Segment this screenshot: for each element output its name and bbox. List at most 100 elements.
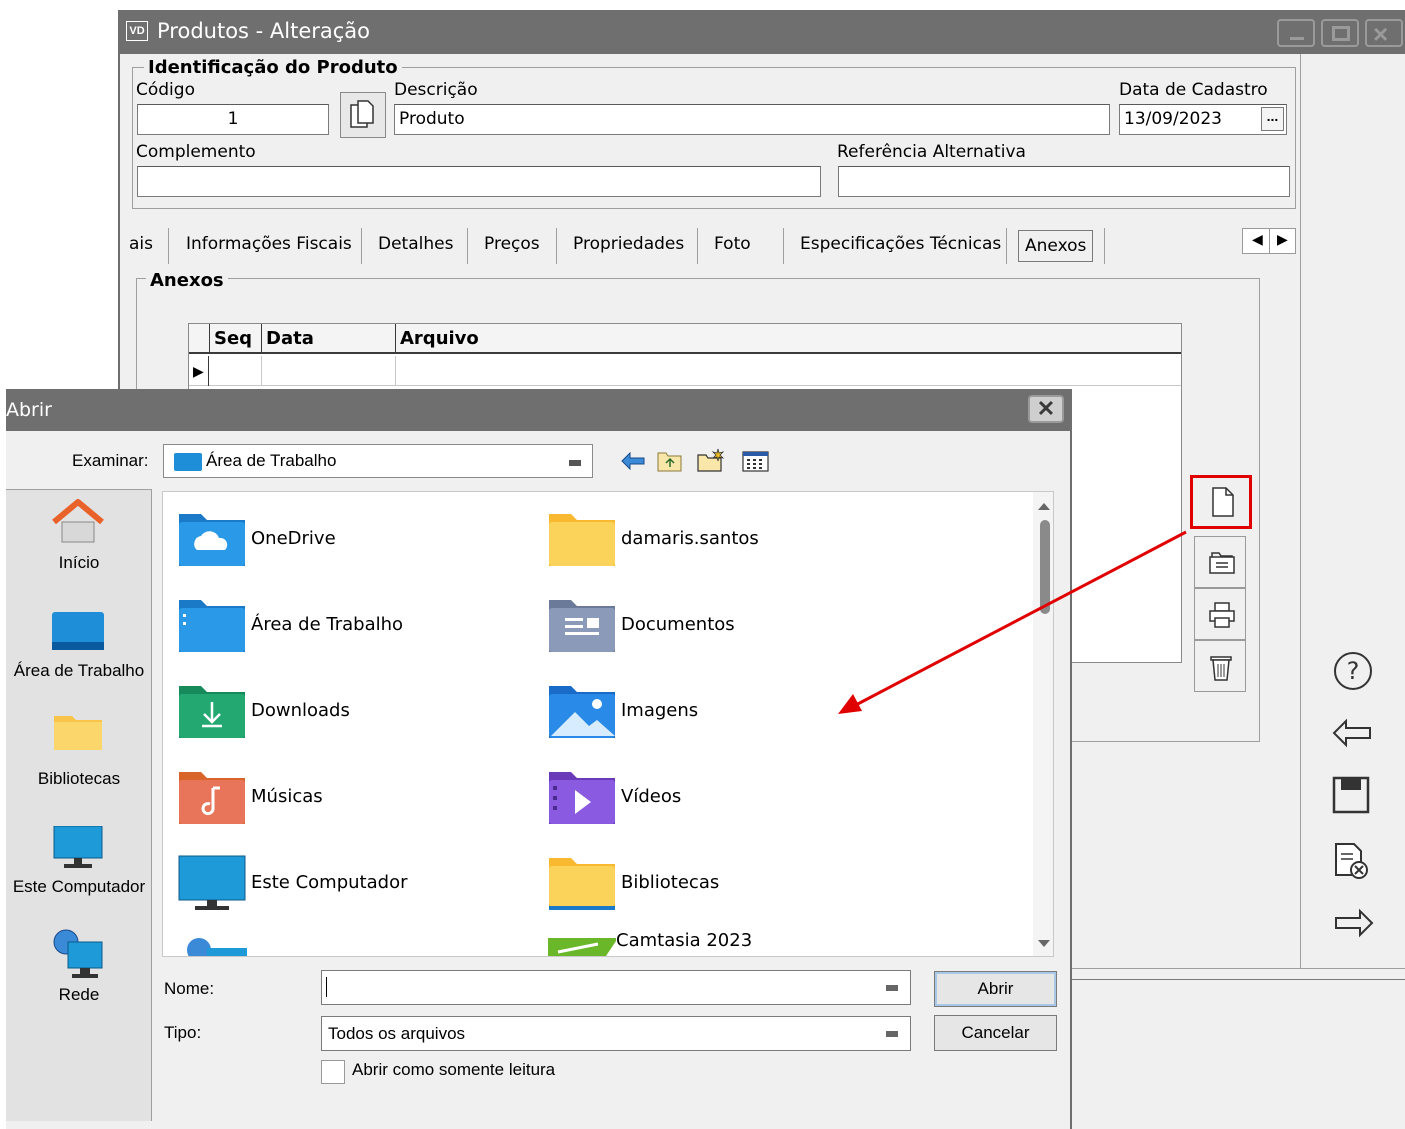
tab-scroll-arrows[interactable]: ◀ ▶	[1242, 228, 1296, 254]
scroll-down-icon[interactable]	[1033, 936, 1054, 952]
open-button[interactable]: Abrir	[934, 971, 1057, 1007]
up-folder-icon[interactable]	[656, 449, 684, 473]
place-este-computador[interactable]: Este Computador	[6, 876, 152, 897]
tab-precos[interactable]: Preços	[484, 222, 540, 266]
file-item-musicas[interactable]: Músicas	[163, 764, 513, 834]
close-button[interactable]: ×	[1365, 19, 1403, 49]
file-item-damaris-santos[interactable]: damaris.santos	[533, 506, 883, 576]
file-list[interactable]: OneDrive Área de Trabalho Downloads Músi…	[162, 491, 1054, 957]
maximize-button[interactable]	[1321, 19, 1359, 47]
tab-informacoes-fiscais[interactable]: Informações Fiscais	[186, 222, 352, 266]
file-item-camtasia-2023[interactable]: Camtasia 2023	[528, 928, 878, 956]
place-rede[interactable]: Rede	[6, 984, 152, 1005]
places-bar: Início Área de Trabalho Bibliotecas Este…	[6, 489, 152, 1121]
complemento-field[interactable]	[137, 166, 821, 197]
maximize-icon	[1332, 26, 1350, 41]
complemento-label: Complemento	[136, 142, 256, 162]
save-icon[interactable]	[1332, 776, 1372, 816]
music-folder-icon	[179, 772, 245, 824]
tab-propriedades[interactable]: Propriedades	[573, 222, 684, 266]
file-item-onedrive[interactable]: OneDrive	[163, 506, 513, 576]
file-list-scrollbar[interactable]	[1033, 492, 1054, 956]
file-name: damaris.santos	[621, 528, 759, 549]
tipo-label: Tipo:	[164, 1023, 202, 1042]
help-icon[interactable]: ?	[1332, 650, 1374, 692]
window-title: Produtos - Alteração	[157, 19, 371, 43]
anexos-legend: Anexos	[146, 270, 228, 291]
filename-input[interactable]	[321, 970, 911, 1005]
computer-icon[interactable]	[52, 826, 106, 872]
scroll-thumb[interactable]	[1040, 520, 1050, 614]
tab-arrow-divider	[1269, 229, 1270, 253]
cancel-document-icon[interactable]	[1332, 842, 1372, 882]
copy-button[interactable]	[340, 92, 386, 138]
date-picker-button[interactable]: ...	[1261, 107, 1284, 131]
place-bibliotecas[interactable]: Bibliotecas	[6, 768, 152, 789]
app-logo: VD	[126, 21, 148, 41]
filetype-select[interactable]: Todos os arquivos	[321, 1016, 911, 1051]
scroll-up-icon[interactable]	[1033, 498, 1054, 514]
file-name: Este Computador	[251, 872, 408, 893]
open-attachment-button[interactable]	[1194, 536, 1246, 588]
file-item-area-de-trabalho[interactable]: Área de Trabalho	[163, 592, 513, 662]
tab-detalhes[interactable]: Detalhes	[378, 222, 453, 266]
readonly-checkbox[interactable]	[321, 1060, 345, 1084]
home-icon[interactable]	[50, 498, 106, 546]
dialog-close-button[interactable]: ✕	[1028, 395, 1064, 423]
ref-alt-field[interactable]	[838, 166, 1290, 197]
grid-col-seq[interactable]: Seq	[209, 324, 261, 354]
ref-alt-label: Referência Alternativa	[837, 142, 1026, 162]
minimize-button[interactable]	[1277, 19, 1315, 47]
desktop-icon[interactable]	[52, 612, 106, 654]
file-name: Músicas	[251, 786, 323, 807]
file-name: OneDrive	[251, 528, 336, 549]
tab-anexos[interactable]: Anexos	[1018, 230, 1094, 262]
codigo-label: Código	[136, 80, 195, 100]
file-item-downloads[interactable]: Downloads	[163, 678, 513, 748]
back-arrow-icon[interactable]	[1332, 718, 1374, 748]
tab-foto[interactable]: Foto	[714, 222, 751, 266]
network-icon[interactable]	[50, 928, 106, 980]
place-area-de-trabalho[interactable]: Área de Trabalho	[6, 660, 152, 681]
computer-icon	[178, 855, 246, 910]
file-item-videos[interactable]: Vídeos	[533, 764, 883, 834]
tab-left-icon[interactable]: ◀	[1252, 231, 1263, 248]
codigo-field[interactable]: 1	[137, 104, 329, 135]
tab-separator	[1006, 228, 1007, 264]
grid-col-data[interactable]: Data	[261, 324, 395, 354]
grid-cell-divider	[261, 356, 262, 386]
descricao-field[interactable]: Produto	[394, 104, 1110, 135]
file-item-bibliotecas[interactable]: Bibliotecas	[533, 850, 883, 920]
libraries-folder-icon[interactable]	[54, 712, 104, 752]
cancel-button[interactable]: Cancelar	[934, 1015, 1057, 1051]
tab-gerais[interactable]: ais	[129, 222, 153, 266]
file-item-este-computador[interactable]: Este Computador	[163, 850, 513, 920]
file-item-imagens[interactable]: Imagens	[533, 678, 883, 748]
grid-col-arquivo[interactable]: Arquivo	[395, 324, 1181, 354]
forward-arrow-icon[interactable]	[1332, 908, 1374, 938]
tab-especificacoes-tecnicas[interactable]: Especificações Técnicas	[800, 222, 1001, 266]
new-folder-icon[interactable]	[696, 447, 726, 473]
open-file-dialog: Abrir ✕ Examinar: Área de Trabalho Iníci…	[6, 389, 1072, 1129]
file-item-documentos[interactable]: Documentos	[533, 592, 883, 662]
table-row[interactable]: ▶	[189, 356, 1181, 386]
tab-separator	[168, 228, 169, 264]
file-item-rede-partial[interactable]	[163, 928, 513, 956]
file-name: Bibliotecas	[621, 872, 720, 893]
delete-attachment-button[interactable]	[1194, 640, 1246, 692]
dropdown-icon[interactable]	[886, 985, 898, 991]
descricao-label: Descrição	[394, 80, 478, 100]
desktop-icon	[174, 453, 202, 471]
copy-icon	[350, 100, 374, 128]
lookin-combo[interactable]: Área de Trabalho	[163, 444, 593, 478]
tab-separator	[697, 228, 698, 264]
documents-folder-icon	[549, 600, 615, 652]
back-icon[interactable]	[620, 451, 646, 471]
file-name: Área de Trabalho	[251, 614, 404, 635]
tab-right-icon[interactable]: ▶	[1277, 231, 1288, 248]
dropdown-icon[interactable]	[886, 1031, 898, 1037]
new-attachment-button[interactable]	[1190, 475, 1252, 529]
print-attachment-button[interactable]	[1194, 588, 1246, 640]
view-menu-icon[interactable]	[742, 451, 770, 473]
place-inicio[interactable]: Início	[6, 552, 152, 573]
